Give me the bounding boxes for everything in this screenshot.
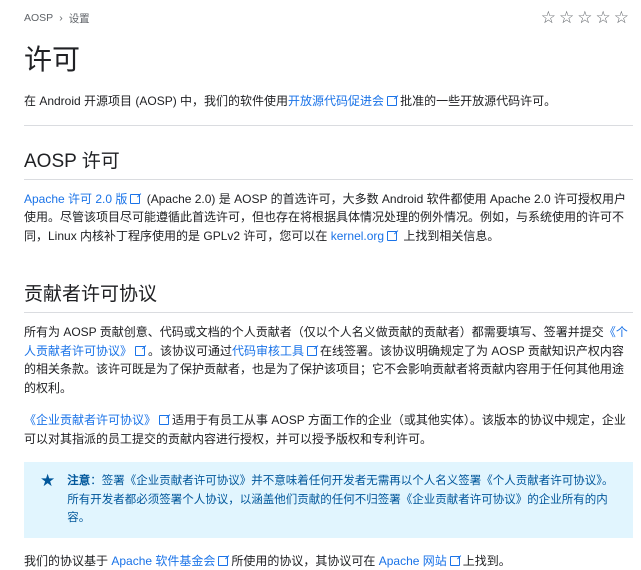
text: 。该协议可通过	[148, 344, 232, 358]
star-icon[interactable]: ☆	[577, 8, 592, 28]
kernel-org-link[interactable]: kernel.org	[331, 229, 384, 243]
footer-paragraph: 我们的协议基于 Apache 软件基金会 所使用的协议，其协议可在 Apache …	[24, 552, 633, 570]
external-link-icon	[307, 346, 317, 356]
intro-paragraph: 在 Android 开源项目 (AOSP) 中，我们的软件使用开放源代码促进会 批…	[24, 92, 633, 111]
corporate-cla-link[interactable]: 《企业贡献者许可协议》	[24, 413, 156, 427]
asf-link[interactable]: Apache 软件基金会	[111, 554, 215, 568]
text: 所有为 AOSP 贡献创意、代码或文档的个人贡献者（仅以个人名义做贡献的贡献者）…	[24, 325, 604, 339]
rating: ☆ ☆ ☆ ☆ ☆	[541, 8, 629, 28]
contrib-paragraph-1: 所有为 AOSP 贡献创意、代码或文档的个人贡献者（仅以个人名义做贡献的贡献者）…	[24, 323, 633, 397]
text: 所使用的协议，其协议可在	[231, 554, 378, 568]
star-icon[interactable]: ☆	[614, 8, 629, 28]
breadcrumb-aosp[interactable]: AOSP	[24, 12, 53, 24]
external-link-icon	[135, 346, 145, 356]
star-icon: ★	[40, 472, 55, 528]
external-link-icon	[218, 556, 228, 566]
breadcrumb-settings[interactable]: 设置	[69, 11, 90, 26]
external-link-icon	[387, 96, 397, 106]
text: 上找到相关信息。	[400, 229, 499, 243]
external-link-icon	[159, 415, 169, 425]
note-callout: ★ 注意：签署《企业贡献者许可协议》并不意味着任何开发者无需再以个人名义签署《个…	[24, 462, 633, 538]
external-link-icon	[387, 231, 397, 241]
divider	[24, 125, 633, 126]
star-icon[interactable]: ☆	[596, 8, 611, 28]
text: 在 Android 开源项目 (AOSP) 中，我们的软件使用	[24, 94, 288, 108]
apache-website-link[interactable]: Apache 网站	[379, 554, 447, 568]
star-icon[interactable]: ☆	[559, 8, 574, 28]
text: 我们的协议基于	[24, 554, 111, 568]
text: 批准的一些开放源代码许可。	[400, 94, 556, 108]
external-link-icon	[450, 556, 460, 566]
apache-license-link[interactable]: Apache 许可 2.0 版	[24, 192, 127, 206]
note-text: ：签署《企业贡献者许可协议》并不意味着任何开发者无需再以个人名义签署《个人贡献者…	[67, 475, 613, 524]
breadcrumb: AOSP › 设置	[24, 11, 90, 26]
external-link-icon	[130, 194, 140, 204]
contributor-agreement-heading: 贡献者许可协议	[24, 279, 633, 313]
page-title: 许可	[24, 38, 633, 78]
chevron-right-icon: ›	[59, 12, 63, 24]
aosp-license-heading: AOSP 许可	[24, 146, 633, 180]
osi-link[interactable]: 开放源代码促进会	[288, 94, 384, 108]
text: 上找到。	[463, 554, 511, 568]
note-label: 注意	[67, 475, 90, 487]
aosp-paragraph: Apache 许可 2.0 版 (Apache 2.0) 是 AOSP 的首选许…	[24, 190, 633, 246]
code-review-tool-link[interactable]: 代码审核工具	[232, 344, 304, 358]
star-icon[interactable]: ☆	[541, 8, 556, 28]
contrib-paragraph-2: 《企业贡献者许可协议》适用于有员工从事 AOSP 方面工作的企业（或其他实体）。…	[24, 411, 633, 448]
